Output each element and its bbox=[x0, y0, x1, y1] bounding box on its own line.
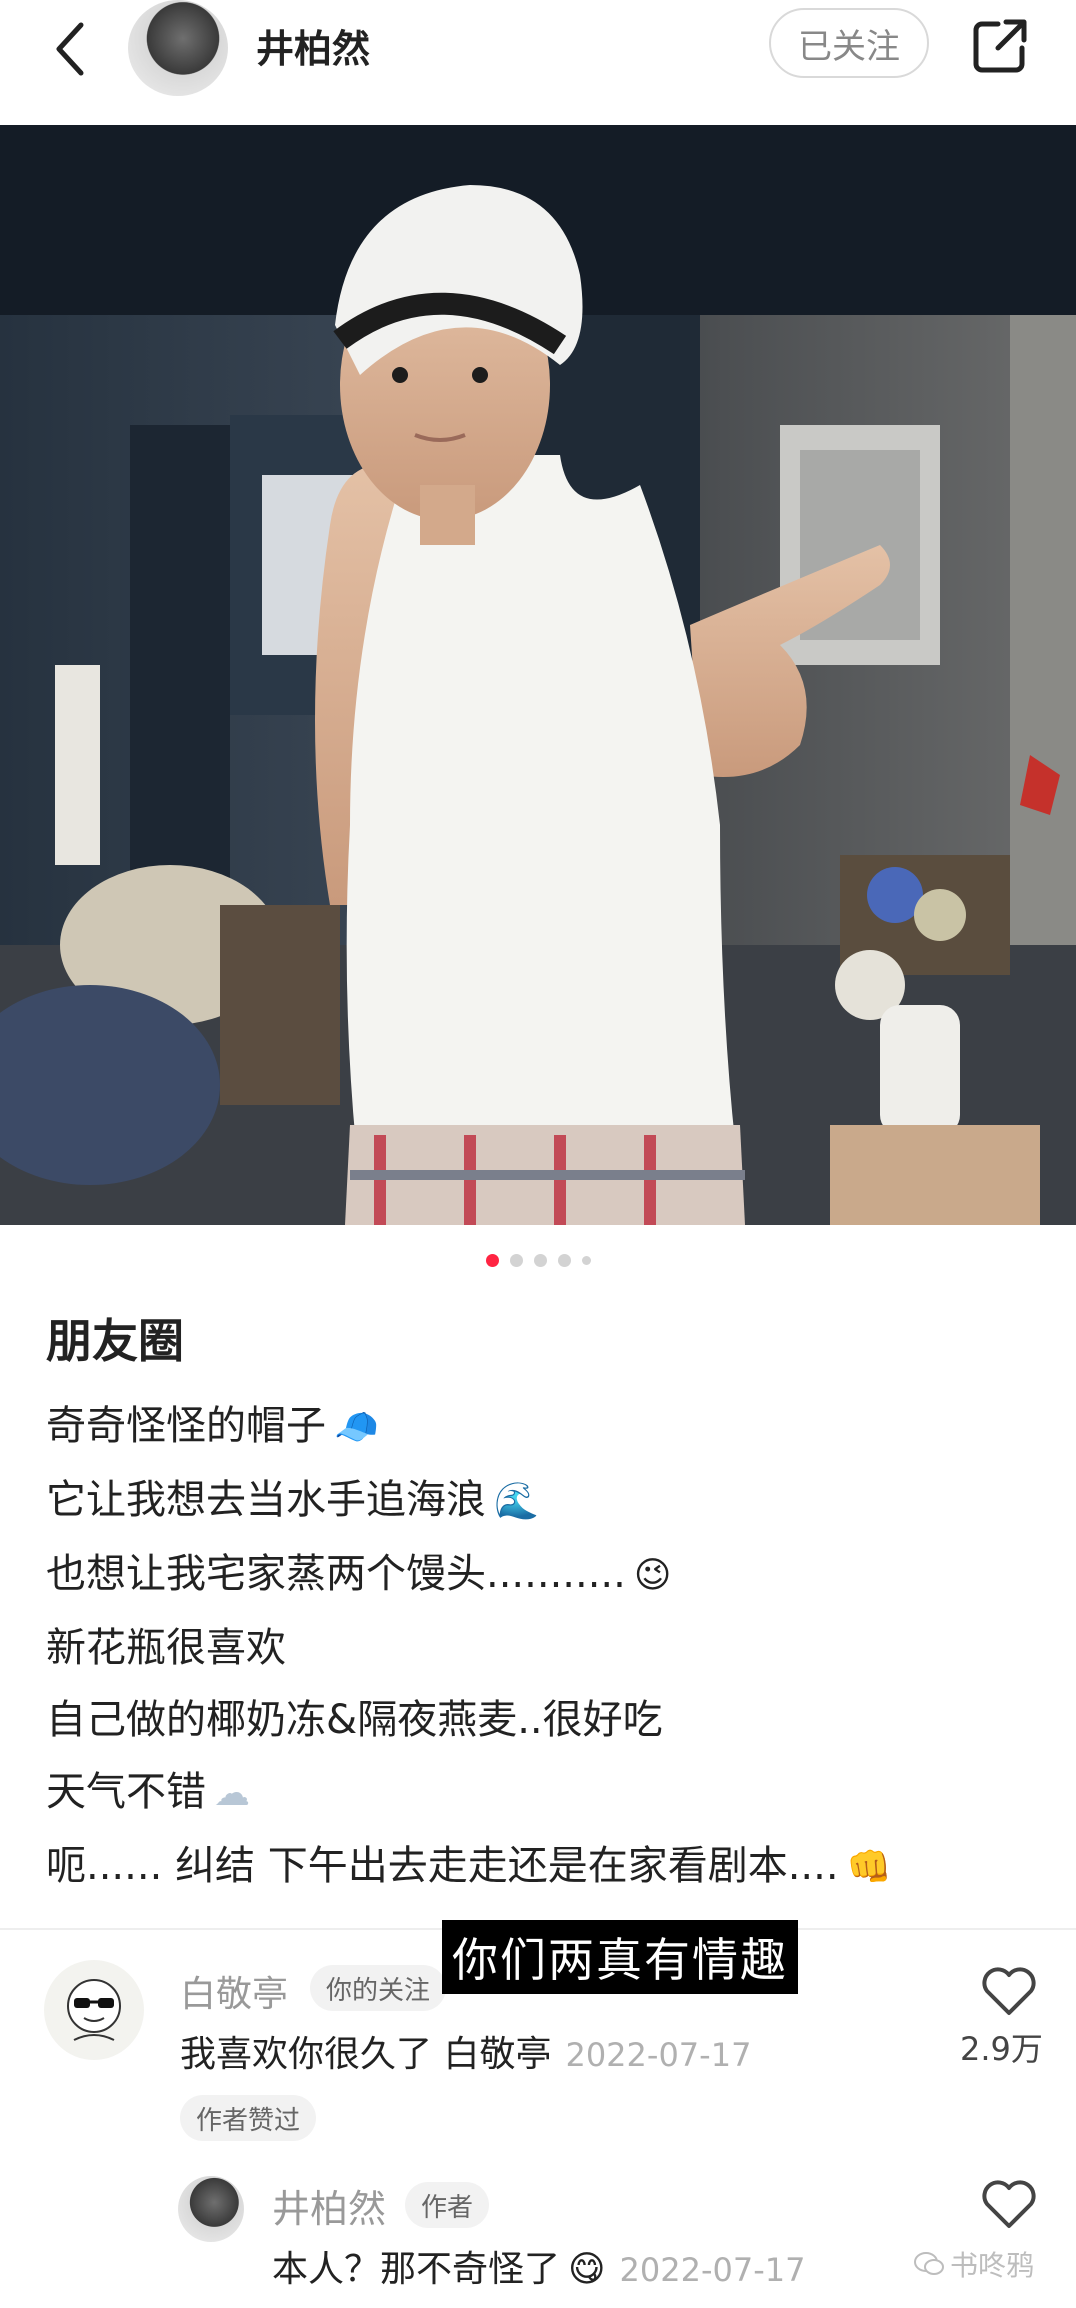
post-body: 奇奇怪怪的帽子 🧢 它让我想去当水手追海浪 🌊 也想让我宅家蒸两个馒头.......… bbox=[46, 1390, 1046, 1904]
commenter-avatar[interactable] bbox=[44, 1960, 144, 2060]
carousel-dot bbox=[581, 1256, 591, 1265]
photo-illustration bbox=[0, 125, 1076, 1225]
reply-like-button[interactable] bbox=[981, 2178, 1037, 2230]
reply-content: 本人？那不奇怪了 bbox=[272, 2249, 561, 2290]
top-bar: 井柏然 已关注 bbox=[0, 0, 1076, 125]
post-line: 奇奇怪怪的帽子 🧢 bbox=[46, 1390, 1046, 1464]
heart-icon bbox=[982, 1967, 1036, 2015]
carousel-dot bbox=[533, 1254, 547, 1267]
comment-like-count: 2.9万 bbox=[960, 2030, 1043, 2068]
share-icon bbox=[973, 19, 1027, 73]
post-line-text: 呃...... 纠结 下午出去走走还是在家看剧本.... bbox=[46, 1843, 839, 1889]
share-button[interactable] bbox=[968, 14, 1032, 78]
author-name[interactable]: 井柏然 bbox=[256, 18, 370, 73]
post-line-text: 自己做的椰奶冻&隔夜燕麦..很好吃 bbox=[46, 1697, 663, 1743]
heart-icon bbox=[982, 2180, 1036, 2228]
post-line: 天气不错 ☁ bbox=[46, 1756, 1046, 1830]
post-line: 也想让我宅家蒸两个馒头........... 😉 bbox=[46, 1538, 1046, 1612]
back-button[interactable] bbox=[40, 14, 100, 84]
post-title: 朋友圈 bbox=[46, 1314, 184, 1368]
yum-emoji: 😋 bbox=[568, 2249, 606, 2290]
carousel-dot bbox=[509, 1254, 523, 1267]
video-subtitle: 你们两真有情趣 bbox=[442, 1920, 798, 1994]
carousel-dot bbox=[557, 1254, 571, 1267]
replier-avatar[interactable] bbox=[178, 2176, 244, 2242]
post-line-text: 新花瓶很喜欢 bbox=[46, 1625, 286, 1671]
carousel-dot-active bbox=[485, 1254, 499, 1267]
wink-emoji: 😉 bbox=[633, 1555, 672, 1596]
reply-date: 2022-07-17 bbox=[619, 2251, 806, 2289]
post-line-text: 它让我想去当水手追海浪 bbox=[46, 1477, 486, 1523]
post-line-text: 天气不错 bbox=[46, 1769, 206, 1815]
comment-date: 2022-07-17 bbox=[565, 2036, 752, 2074]
author-liked-badge: 作者赞过 bbox=[180, 2095, 317, 2141]
watermark-text: 书咚鸦 bbox=[950, 2249, 1035, 2282]
post-line: 呃...... 纠结 下午出去走走还是在家看剧本.... 👊 bbox=[46, 1830, 1046, 1904]
watermark: 书咚鸦 bbox=[914, 2244, 1034, 2284]
author-avatar[interactable] bbox=[128, 0, 228, 96]
following-tag: 你的关注 bbox=[310, 1965, 447, 2011]
comment-content: 我喜欢你很久了 白敬亭 bbox=[180, 2034, 552, 2075]
author-tag: 作者 bbox=[405, 2182, 490, 2228]
comment-text[interactable]: 我喜欢你很久了 白敬亭 2022-07-17 bbox=[180, 2025, 751, 2077]
fist-emoji: 👊 bbox=[846, 1847, 892, 1888]
cloud-emoji: ☁ bbox=[214, 1773, 250, 1814]
sunglasses-avatar-icon bbox=[67, 1979, 121, 2041]
post-line: 自己做的椰奶冻&隔夜燕麦..很好吃 bbox=[46, 1684, 1046, 1756]
carousel-indicator bbox=[0, 1254, 1076, 1267]
reply-text[interactable]: 本人？那不奇怪了 😋 2022-07-17 bbox=[272, 2240, 806, 2292]
post-line: 新花瓶很喜欢 bbox=[46, 1612, 1046, 1684]
replier-name[interactable]: 井柏然 bbox=[272, 2178, 386, 2233]
comment-like-button[interactable] bbox=[981, 1965, 1037, 2017]
post-line-text: 奇奇怪怪的帽子 bbox=[46, 1403, 326, 1449]
chevron-left-icon bbox=[56, 22, 84, 76]
follow-button[interactable]: 已关注 bbox=[769, 8, 929, 78]
wave-emoji: 🌊 bbox=[494, 1481, 539, 1522]
post-line: 它让我想去当水手追海浪 🌊 bbox=[46, 1464, 1046, 1538]
cap-emoji: 🧢 bbox=[334, 1407, 379, 1448]
post-line-text: 也想让我宅家蒸两个馒头........... bbox=[46, 1551, 626, 1597]
wechat-icon bbox=[914, 2252, 944, 2275]
commenter-name[interactable]: 白敬亭 bbox=[180, 1965, 288, 2017]
post-photo[interactable] bbox=[0, 125, 1076, 1225]
